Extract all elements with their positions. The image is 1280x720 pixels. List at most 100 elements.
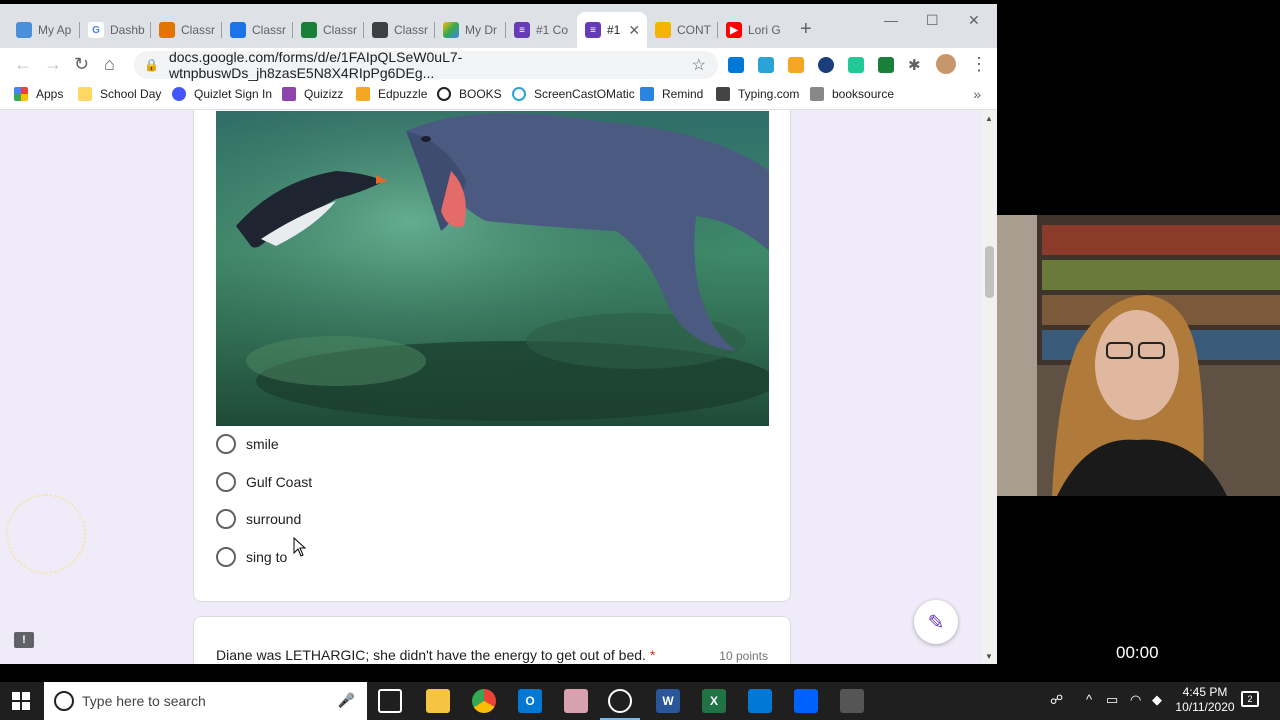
- screencast-app-icon[interactable]: [608, 689, 632, 713]
- scroll-up-icon[interactable]: ▲: [985, 114, 993, 123]
- forms-icon: ≡: [585, 22, 601, 38]
- edit-pencil-button[interactable]: ✎: [914, 600, 958, 644]
- chrome-icon[interactable]: [472, 689, 496, 713]
- tab-classroom-1[interactable]: Classr: [151, 12, 222, 48]
- option-gulf-coast[interactable]: Gulf Coast: [216, 472, 312, 492]
- browser-toolbar: ← → ↻ ⌂ 🔒 docs.google.com/forms/d/e/1FAI…: [0, 48, 997, 82]
- taskbar-clock[interactable]: 4:45 PM 10/11/2020: [1170, 685, 1240, 715]
- feedback-icon[interactable]: !: [14, 632, 34, 648]
- points-label: 10 points: [719, 649, 768, 663]
- microphone-icon[interactable]: 🎤: [338, 692, 355, 709]
- quizlet-icon: [172, 87, 186, 101]
- tab-dashboard[interactable]: G Dashb: [80, 12, 151, 48]
- option-smile[interactable]: smile: [216, 434, 279, 454]
- bookmark-quizizz[interactable]: Quizizz: [282, 87, 343, 101]
- pencil-icon: ✎: [927, 611, 945, 634]
- bookmark-apps[interactable]: Apps: [14, 87, 63, 101]
- word-icon[interactable]: W: [656, 689, 680, 713]
- dropbox-icon[interactable]: [794, 689, 818, 713]
- screencast-icon: [512, 87, 526, 101]
- close-window-button[interactable]: ✕: [968, 12, 980, 29]
- file-explorer-icon[interactable]: [426, 689, 450, 713]
- reload-icon[interactable]: ↻: [74, 54, 89, 75]
- wifi-icon[interactable]: ◠: [1130, 692, 1141, 708]
- tab-classroom-2[interactable]: Classr: [222, 12, 293, 48]
- tab-youtube[interactable]: ▶ Lori G: [718, 12, 789, 48]
- bookmark-star-icon[interactable]: ☆: [692, 55, 706, 75]
- scroll-down-icon[interactable]: ▼: [985, 652, 993, 661]
- recording-timer: 00:00: [1116, 643, 1159, 662]
- chevron-up-icon[interactable]: ^: [1086, 692, 1092, 707]
- required-mark: *: [649, 647, 656, 663]
- tab-form-active[interactable]: ≡ #1 ✕: [577, 12, 647, 48]
- radio-button[interactable]: [216, 509, 236, 529]
- radio-button[interactable]: [216, 434, 236, 454]
- slides-icon: [655, 22, 671, 38]
- bookmark-remind[interactable]: Remind: [640, 87, 703, 101]
- bookmark-edpuzzle[interactable]: Edpuzzle: [356, 87, 427, 101]
- question-image: [216, 111, 769, 426]
- bookmark-quizlet[interactable]: Quizlet Sign In: [172, 87, 272, 101]
- windows-start-icon[interactable]: [12, 692, 30, 710]
- task-view-icon[interactable]: [378, 689, 402, 713]
- lock-icon: 🔒: [144, 58, 159, 72]
- excel-icon[interactable]: X: [702, 689, 726, 713]
- option-surround[interactable]: surround: [216, 509, 301, 529]
- bookmark-typing[interactable]: Typing.com: [716, 87, 799, 101]
- classroom-icon: [372, 22, 388, 38]
- outlook-icon[interactable]: O: [518, 689, 542, 713]
- radio-button[interactable]: [216, 547, 236, 567]
- option-sing-to[interactable]: sing to: [216, 547, 287, 567]
- close-icon[interactable]: ✕: [628, 22, 640, 39]
- typing-icon: [716, 87, 730, 101]
- people-icon[interactable]: ☍: [1050, 692, 1063, 708]
- google-icon: G: [88, 22, 104, 38]
- tab-classroom-3[interactable]: Classr: [293, 12, 364, 48]
- sheets-extension-icon[interactable]: [878, 57, 894, 73]
- remind-icon: [640, 87, 654, 101]
- bookmark-school-day[interactable]: School Day: [78, 87, 161, 101]
- youtube-icon: ▶: [726, 22, 742, 38]
- edpuzzle-icon: [356, 87, 370, 101]
- puzzle-icon[interactable]: ✱: [908, 56, 921, 74]
- tab-form-copy[interactable]: ≡ #1 Co: [506, 12, 577, 48]
- scrollbar-thumb[interactable]: [985, 246, 994, 298]
- extension-icon[interactable]: [848, 57, 864, 73]
- minimize-button[interactable]: —: [884, 12, 898, 28]
- tab-classroom-4[interactable]: Classr: [364, 12, 435, 48]
- chevron-right-icon[interactable]: »: [973, 86, 981, 102]
- address-bar[interactable]: 🔒 docs.google.com/forms/d/e/1FAIpQLSeW0u…: [134, 49, 718, 81]
- paint-icon[interactable]: [564, 689, 588, 713]
- dropbox-tray-icon[interactable]: ◆: [1152, 692, 1162, 708]
- tab-my-apps[interactable]: My Ap: [8, 12, 80, 48]
- avatar[interactable]: [936, 54, 956, 74]
- radio-button[interactable]: [216, 472, 236, 492]
- next-question-card: Diane was LETHARGIC; she didn't have the…: [193, 616, 791, 664]
- maximize-button[interactable]: ☐: [926, 12, 939, 29]
- home-icon[interactable]: ⌂: [104, 54, 115, 75]
- back-arrow-icon[interactable]: ←: [14, 54, 32, 75]
- webcam-video: [997, 215, 1280, 496]
- forward-arrow-icon[interactable]: →: [44, 54, 62, 75]
- forms-icon: ≡: [514, 22, 530, 38]
- tab-cont[interactable]: CONT: [647, 12, 718, 48]
- bookmark-screencastomatic[interactable]: ScreenCastOMatic: [512, 87, 635, 101]
- leopard-seal-penguin-photo: [216, 111, 769, 426]
- taskbar-search-box[interactable]: Type here to search 🎤: [44, 682, 367, 720]
- classroom-icon: [301, 22, 317, 38]
- screencast-extension-icon[interactable]: [758, 57, 774, 73]
- cortana-icon: [54, 691, 74, 711]
- extension-icon[interactable]: [788, 57, 804, 73]
- page-scrollbar[interactable]: ▲ ▼: [982, 110, 997, 664]
- menu-dots-icon[interactable]: ⋮: [970, 54, 988, 75]
- bookmark-booksource[interactable]: booksource: [810, 87, 894, 101]
- extension-icon[interactable]: [818, 57, 834, 73]
- battery-icon[interactable]: ▭: [1106, 692, 1118, 708]
- sticky-app-icon[interactable]: [748, 689, 772, 713]
- notification-center-icon[interactable]: 2: [1241, 691, 1259, 707]
- windows-extension-icon[interactable]: [728, 57, 744, 73]
- bookmark-books[interactable]: BOOKS: [437, 87, 502, 101]
- new-tab-button[interactable]: +: [800, 18, 812, 41]
- camera-icon[interactable]: [840, 689, 864, 713]
- tab-my-drive[interactable]: My Dr: [435, 12, 506, 48]
